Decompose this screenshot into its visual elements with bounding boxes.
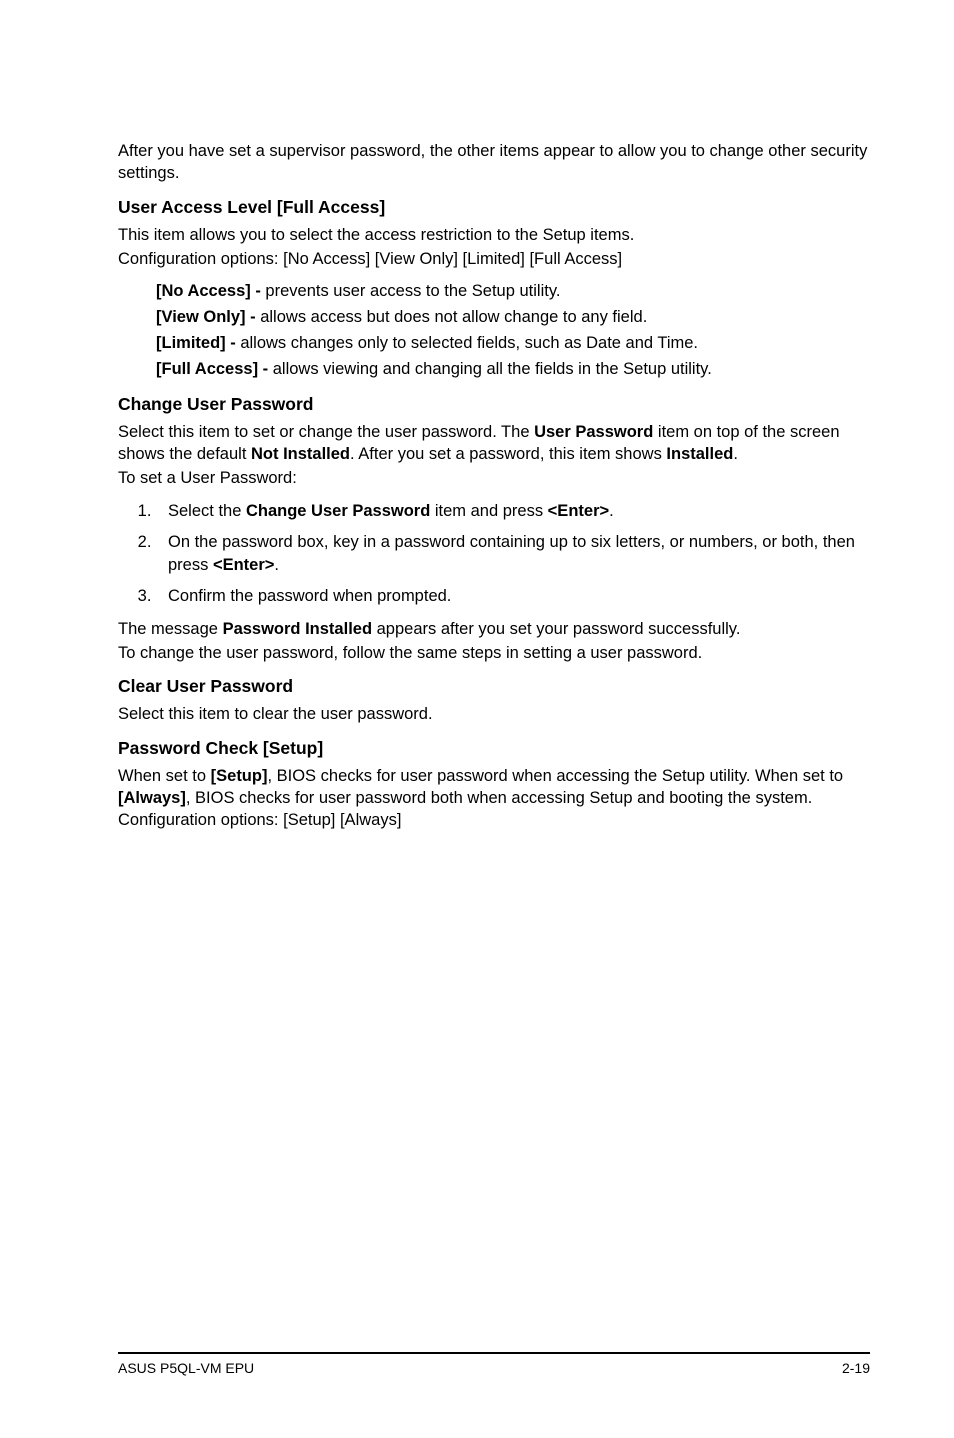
ual-description-1: This item allows you to select the acces… — [118, 224, 870, 246]
heading-clear-user-password: Clear User Password — [118, 676, 870, 697]
opt-no-access: [No Access] - prevents user access to th… — [156, 280, 870, 304]
heading-password-check: Password Check [Setup] — [118, 738, 870, 759]
cup-step-1: Select the Change User Password item and… — [156, 500, 870, 523]
clr-paragraph: Select this item to clear the user passw… — [118, 703, 870, 725]
footer-right: 2-19 — [842, 1360, 870, 1376]
ual-description-2: Configuration options: [No Access] [View… — [118, 248, 870, 270]
cup-step-3: Confirm the password when prompted. — [156, 585, 870, 608]
footer-left: ASUS P5QL-VM EPU — [118, 1360, 254, 1376]
cup-steps: Select the Change User Password item and… — [118, 500, 870, 608]
ual-options: [No Access] - prevents user access to th… — [118, 280, 870, 382]
cup-step-2: On the password box, key in a password c… — [156, 531, 870, 577]
cup-paragraph-1: Select this item to set or change the us… — [118, 421, 870, 466]
heading-change-user-password: Change User Password — [118, 394, 870, 415]
pwc-paragraph: When set to [Setup], BIOS checks for use… — [118, 765, 870, 832]
page-content: After you have set a supervisor password… — [0, 0, 954, 832]
cup-paragraph-2: To set a User Password: — [118, 467, 870, 489]
heading-user-access-level: User Access Level [Full Access] — [118, 197, 870, 218]
opt-full-access: [Full Access] - allows viewing and chang… — [156, 358, 870, 382]
opt-limited: [Limited] - allows changes only to selec… — [156, 332, 870, 356]
opt-view-only: [View Only] - allows access but does not… — [156, 306, 870, 330]
cup-paragraph-3: The message Password Installed appears a… — [118, 618, 870, 640]
intro-text: After you have set a supervisor password… — [118, 140, 870, 185]
cup-paragraph-4: To change the user password, follow the … — [118, 642, 870, 664]
page-footer: ASUS P5QL-VM EPU 2-19 — [118, 1352, 870, 1376]
